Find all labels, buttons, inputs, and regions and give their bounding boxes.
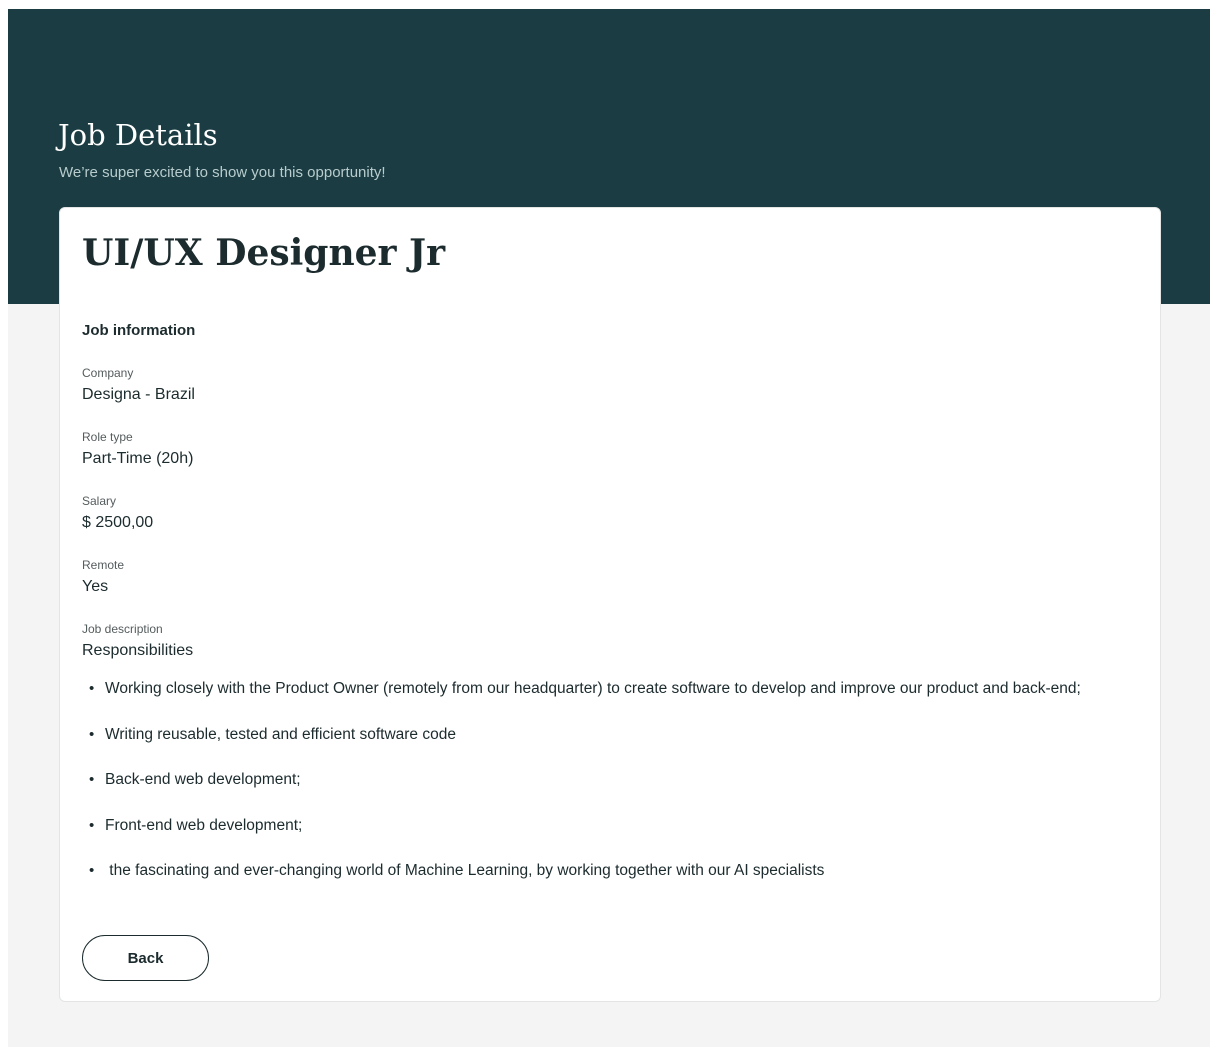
job-description-value: Responsibilities bbox=[82, 642, 194, 659]
list-item: • Writing reusable, tested and efficient… bbox=[82, 724, 1152, 770]
company-label: Company bbox=[82, 366, 134, 380]
back-button[interactable]: Back bbox=[82, 935, 209, 981]
list-item-text: Writing reusable, tested and efficient s… bbox=[105, 725, 456, 743]
salary-label: Salary bbox=[82, 494, 117, 508]
bullet-icon: • bbox=[89, 816, 95, 834]
list-item: • Front-end web development; bbox=[82, 815, 1152, 861]
job-information-heading: Job information bbox=[82, 322, 196, 339]
bullet-icon: • bbox=[89, 862, 95, 879]
role-type-value: Part-Time (20h) bbox=[82, 450, 194, 467]
list-item-text: Front-end web development; bbox=[105, 816, 303, 834]
remote-value: Yes bbox=[82, 578, 109, 595]
remote-label: Remote bbox=[82, 558, 125, 572]
role-type-label: Role type bbox=[82, 430, 133, 444]
bullet-icon: • bbox=[89, 771, 95, 788]
list-item-text: the fascinating and ever-changing world … bbox=[105, 862, 825, 879]
page-subtitle: We’re super excited to show you this opp… bbox=[59, 164, 386, 181]
company-value: Designa - Brazil bbox=[82, 386, 195, 403]
list-item-text: Back-end web development; bbox=[105, 771, 301, 788]
salary-value: $ 2500,00 bbox=[82, 514, 154, 531]
responsibilities-list: • Working closely with the Product Owner… bbox=[82, 678, 1152, 906]
list-item-text: Working closely with the Product Owner (… bbox=[105, 680, 1081, 697]
bullet-icon: • bbox=[89, 680, 95, 697]
page-title: Job Details bbox=[58, 118, 218, 152]
job-description-label: Job description bbox=[82, 622, 163, 636]
bullet-icon: • bbox=[89, 725, 95, 743]
list-item: • Back-end web development; bbox=[82, 769, 1152, 815]
job-title: UI/UX Designer Jr bbox=[82, 232, 446, 274]
list-item: • Working closely with the Product Owner… bbox=[82, 678, 1152, 724]
page: Job Details We’re super excited to show … bbox=[8, 9, 1210, 1047]
list-item: • the fascinating and ever-changing worl… bbox=[82, 860, 1152, 906]
job-card: UI/UX Designer Jr Job information Compan… bbox=[59, 207, 1161, 1002]
